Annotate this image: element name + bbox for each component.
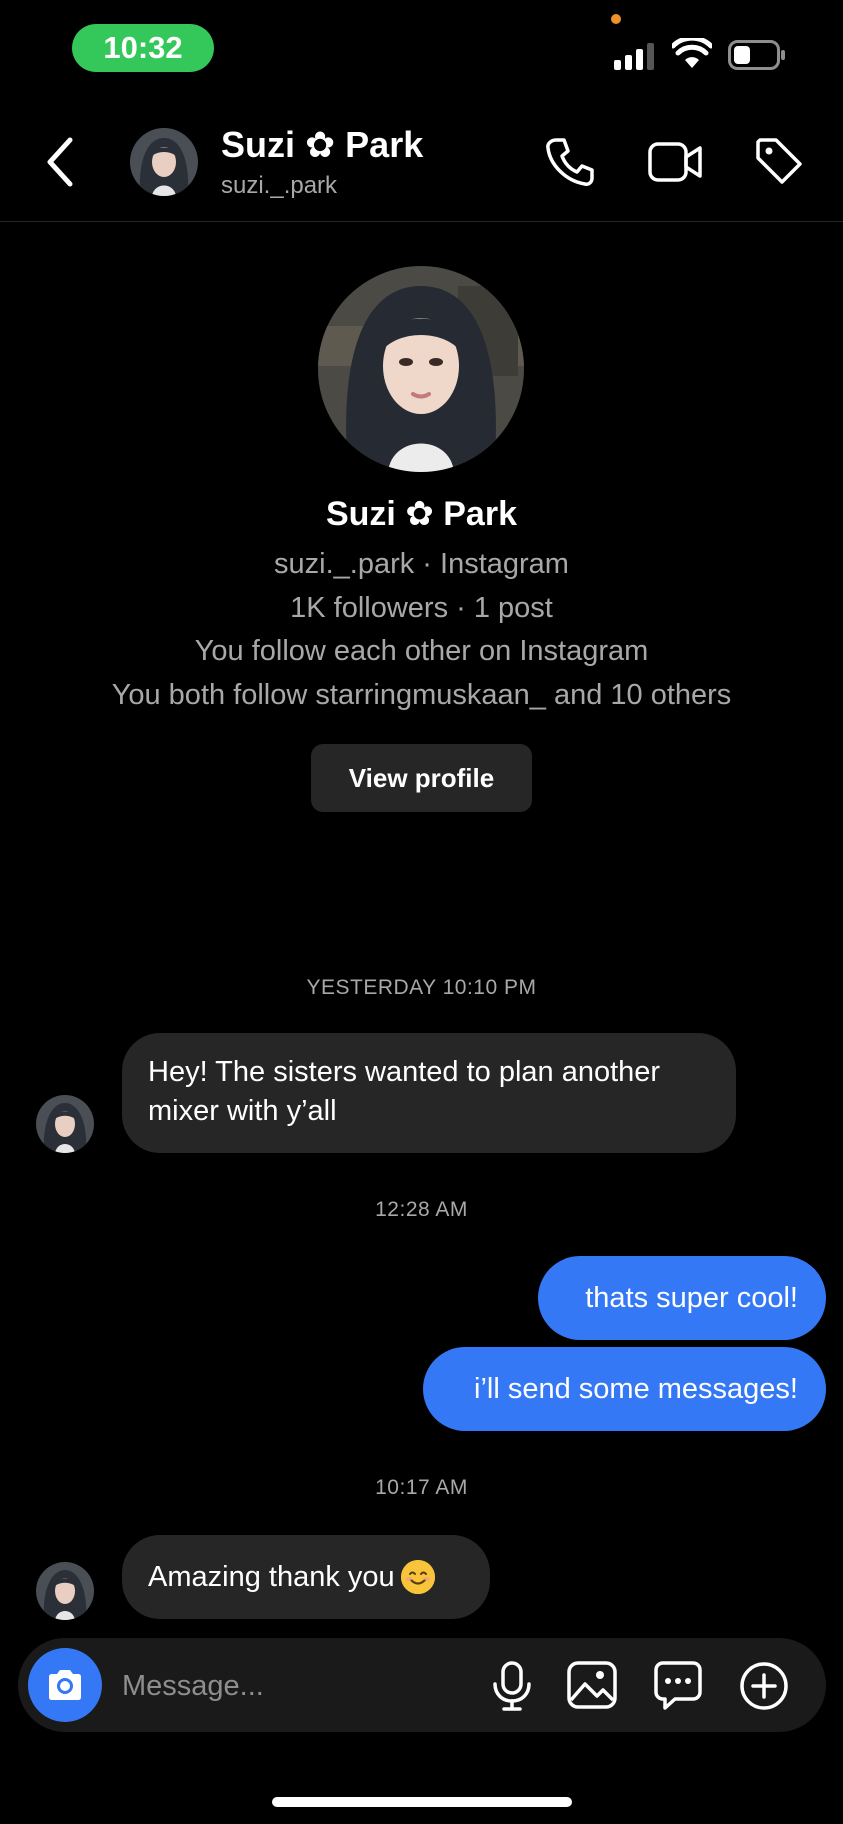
smiling-face-emoji-icon <box>400 1560 435 1594</box>
header-name[interactable]: Suzi ✿ Park <box>221 124 423 166</box>
tag-icon[interactable] <box>754 136 806 188</box>
profile-follow-line: You follow each other on Instagram <box>194 635 649 667</box>
profile-handle-line: suzi._.park · Instagram <box>274 548 569 580</box>
view-profile-button[interactable]: View profile <box>311 744 532 812</box>
sender-avatar[interactable] <box>36 1562 94 1620</box>
timestamp: 12:28 AM <box>375 1198 468 1221</box>
incoming-message[interactable]: Hey! The sisters wanted to plan another … <box>122 1033 736 1153</box>
profile-photo[interactable] <box>318 266 524 472</box>
battery-icon <box>728 40 785 70</box>
camera-button[interactable] <box>28 1648 102 1722</box>
back-arrow-icon[interactable] <box>44 136 74 188</box>
plus-icon[interactable] <box>738 1660 790 1712</box>
outgoing-message[interactable]: thats super cool! <box>538 1256 826 1340</box>
profile-mutual-line: You both follow starringmuskaan_ and 10 … <box>111 679 732 711</box>
privacy-indicator-dot <box>611 14 621 24</box>
outgoing-message[interactable]: i’ll send some messages! <box>423 1347 826 1431</box>
message-input[interactable] <box>120 1660 424 1712</box>
timestamp: 10:17 AM <box>375 1476 468 1499</box>
microphone-icon[interactable] <box>490 1660 534 1712</box>
status-time[interactable]: 10:32 <box>72 24 214 72</box>
home-indicator[interactable] <box>272 1797 572 1807</box>
message-composer <box>18 1638 826 1732</box>
cellular-signal-icon <box>614 40 654 70</box>
header-handle[interactable]: suzi._.park <box>221 172 337 200</box>
video-camera-icon[interactable] <box>647 136 703 188</box>
dm-screen: 10:32 Suzi ✿ Park suzi._.park Suzi ✿ Par… <box>0 0 843 1824</box>
header-divider <box>0 221 843 222</box>
camera-icon <box>49 1670 81 1700</box>
chat-bubble-icon[interactable] <box>653 1660 703 1712</box>
message-text: Amazing thank you <box>148 1560 395 1593</box>
header-avatar[interactable] <box>130 128 198 196</box>
profile-name: Suzi ✿ Park <box>325 495 517 533</box>
timestamp: YESTERDAY 10:10 PM <box>306 976 537 999</box>
incoming-message[interactable]: Amazing thank you <box>122 1535 490 1619</box>
gallery-icon[interactable] <box>566 1660 618 1710</box>
sender-avatar[interactable] <box>36 1095 94 1153</box>
wifi-icon <box>672 38 712 68</box>
phone-icon[interactable] <box>544 136 594 188</box>
profile-stats-line: 1K followers · 1 post <box>290 592 553 624</box>
